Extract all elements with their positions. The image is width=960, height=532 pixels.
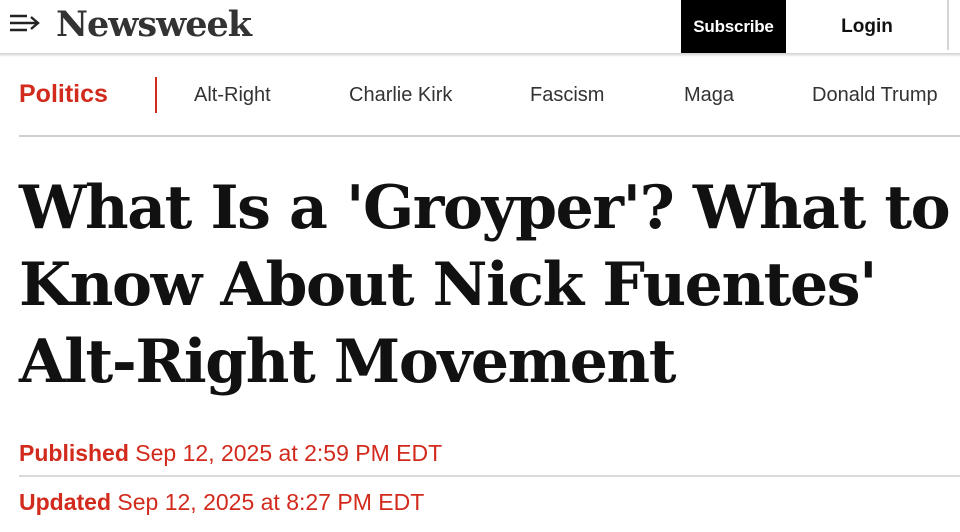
tag-link-charlie-kirk[interactable]: Charlie Kirk bbox=[349, 83, 452, 107]
headline-line-1: What Is a 'Groyper'? What to bbox=[19, 173, 951, 243]
nav-divider bbox=[19, 135, 960, 137]
published-label: Published bbox=[19, 440, 129, 466]
subscribe-button[interactable]: Subscribe bbox=[681, 0, 786, 53]
header-divider bbox=[947, 0, 949, 50]
updated-date: Sep 12, 2025 at 8:27 PM EDT bbox=[117, 489, 425, 515]
tag-link-maga[interactable]: Maga bbox=[684, 83, 734, 107]
published-dateline: Published Sep 12, 2025 at 2:59 PM EDT bbox=[19, 439, 442, 467]
tag-navigation: Politics Alt-Right Charlie Kirk Fascism … bbox=[0, 57, 960, 135]
section-divider bbox=[155, 77, 157, 113]
updated-label: Updated bbox=[19, 489, 111, 515]
tag-link-fascism[interactable]: Fascism bbox=[530, 83, 604, 107]
menu-arrow-icon[interactable] bbox=[10, 13, 42, 33]
login-button[interactable]: Login bbox=[806, 0, 928, 53]
tag-link-alt-right[interactable]: Alt-Right bbox=[194, 83, 271, 107]
site-header: Newsweek Subscribe Login bbox=[0, 0, 960, 53]
dateline-divider bbox=[19, 475, 960, 477]
published-date: Sep 12, 2025 at 2:59 PM EDT bbox=[135, 440, 443, 466]
section-link-politics[interactable]: Politics bbox=[19, 77, 108, 111]
article-headline: What Is a 'Groyper'? What to Know About … bbox=[19, 170, 954, 401]
newsweek-logo[interactable]: Newsweek bbox=[56, 3, 252, 47]
headline-line-3: Alt-Right Movement bbox=[19, 327, 676, 397]
updated-dateline: Updated Sep 12, 2025 at 8:27 PM EDT bbox=[19, 488, 424, 516]
tag-link-donald-trump[interactable]: Donald Trump bbox=[812, 83, 938, 107]
headline-line-2: Know About Nick Fuentes' bbox=[19, 250, 878, 320]
